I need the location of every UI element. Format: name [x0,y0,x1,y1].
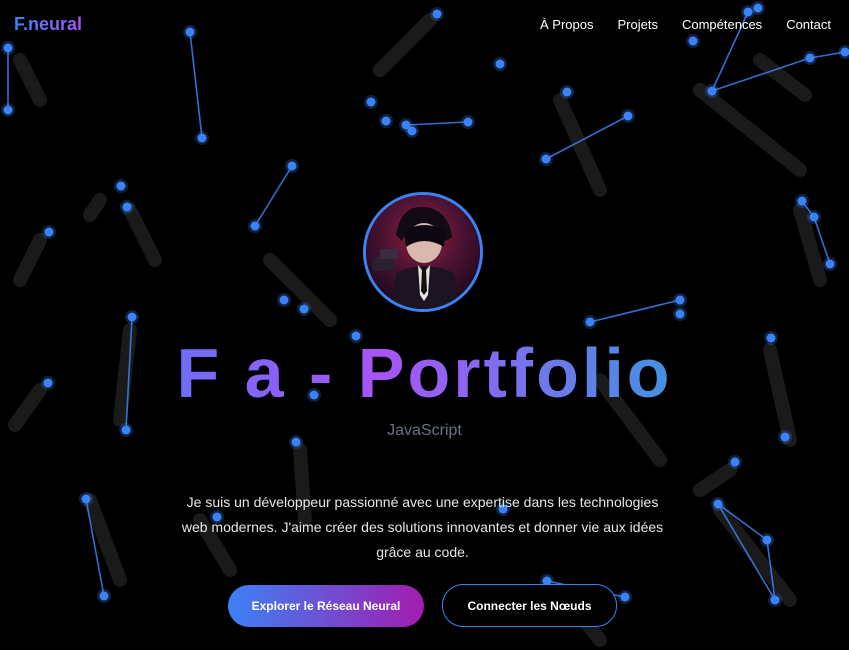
network-node [541,154,551,164]
background-shadow [123,203,162,267]
network-node [116,181,126,191]
network-node [279,295,289,305]
hero-subtitle: JavaScript [387,422,462,439]
network-node [797,196,807,206]
network-node [3,105,13,115]
portfolio-page: F.neural À Propos Projets Compétences Co… [0,0,849,650]
network-node [366,97,376,107]
network-node [753,3,763,13]
nav-link-projects[interactable]: Projets [618,17,658,32]
network-node [127,312,137,322]
background-shadow [693,83,807,177]
site-logo[interactable]: F.neural [14,14,82,35]
background-shadow [83,193,107,222]
network-link [589,299,681,323]
network-node [730,457,740,467]
nav-link-skills[interactable]: Compétences [682,17,762,32]
background-shadow [13,233,47,287]
network-node [463,117,473,127]
network-node [825,259,835,269]
network-node [688,36,698,46]
nav-link-about[interactable]: À Propos [540,17,593,32]
network-node [713,499,723,509]
network-node [287,161,297,171]
background-shadow [13,53,47,107]
network-node [122,202,132,212]
background-shadow [83,493,127,587]
hero-description: Je suis un développeur passionné avec un… [181,494,664,560]
network-node [675,295,685,305]
network-node [299,304,309,314]
network-node [675,309,685,319]
network-link [189,31,203,139]
network-node [770,595,780,605]
network-node [809,212,819,222]
hero-title: F a - Portfolio [0,333,849,413]
network-node [381,116,391,126]
network-node [762,535,772,545]
network-node [805,53,815,63]
network-node [707,86,717,96]
network-link [254,165,293,227]
main-nav: À Propos Projets Compétences Contact [540,17,831,32]
network-node [185,27,195,37]
network-node [495,59,505,69]
explore-network-button[interactable]: Explorer le Réseau Neural [228,585,424,627]
network-node [3,43,13,53]
network-node [432,9,442,19]
background-shadow [553,93,607,197]
network-node [620,592,630,602]
network-node [623,111,633,121]
connect-nodes-button[interactable]: Connecter les Nœuds [442,584,617,627]
background-shadow [373,13,437,77]
nav-link-contact[interactable]: Contact [786,17,831,32]
network-node [250,221,260,231]
profile-avatar [363,192,483,312]
network-node [407,126,417,136]
network-node [562,87,572,97]
background-shadow [753,53,812,102]
network-node [585,317,595,327]
network-node [44,227,54,237]
network-node [99,591,109,601]
network-link [717,503,776,601]
network-link [405,121,469,126]
background-shadow [693,463,737,497]
network-node [81,494,91,504]
network-node [197,133,207,143]
